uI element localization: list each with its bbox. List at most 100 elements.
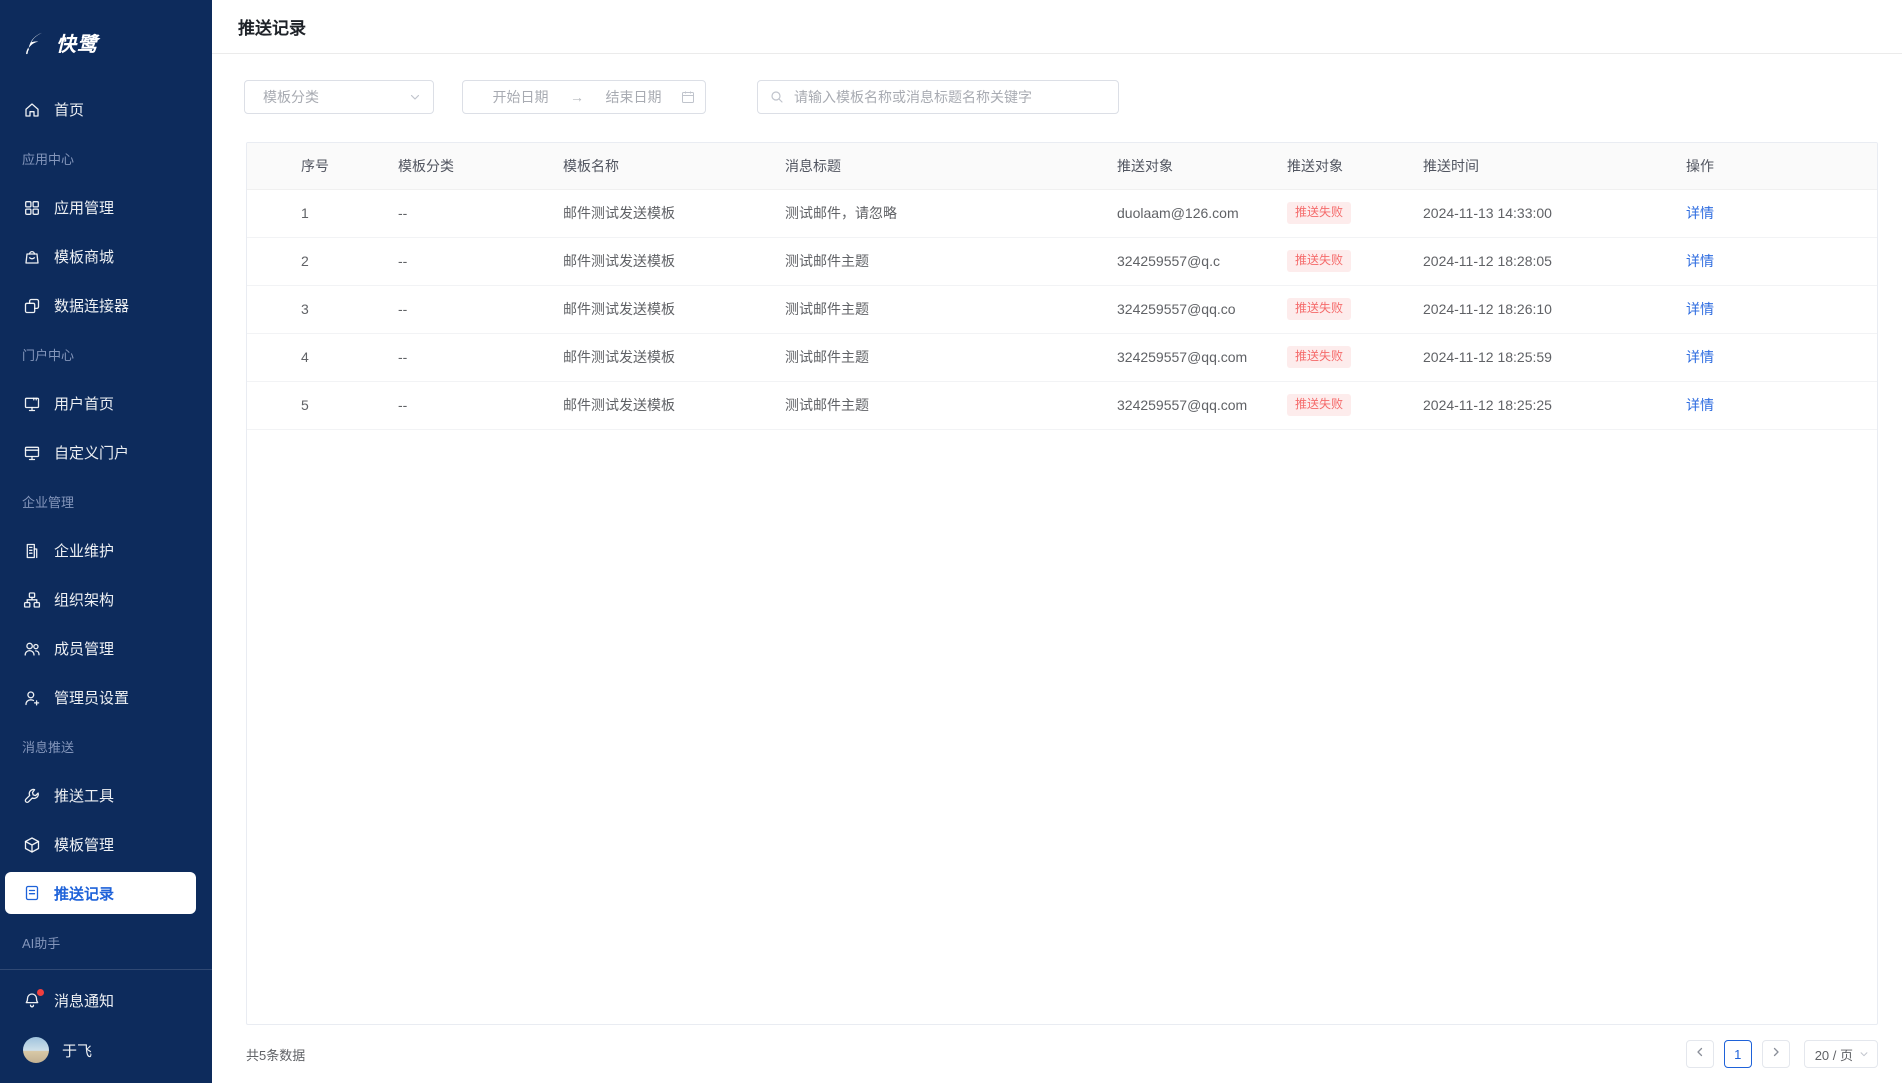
message-title-cell: 测试邮件主题: [785, 381, 1117, 430]
main-content: 推送记录 模板分类 开始日期 → 结束日期 请输入模板名称或消息标题名称关键字 …: [212, 0, 1902, 1083]
page-size-label: 20 / 页: [1814, 1047, 1853, 1063]
table-row: 2 -- 邮件测试发送模板 测试邮件主题 324259557@q.c 推送失败 2024-1…: [247, 237, 1877, 286]
push-target-cell: 324259557@q.c: [1117, 237, 1287, 286]
category-cell: --: [398, 333, 563, 382]
sidebar-item[interactable]: 管理员设置: [0, 673, 212, 722]
action-cell: 详情: [1686, 333, 1877, 382]
sidebar-item[interactable]: 应用管理: [0, 183, 212, 232]
index-cell: 5: [247, 381, 398, 430]
status-badge: 推送失败: [1287, 394, 1352, 416]
table-header-row: 序号 模板分类 模板名称 消息标题 推送对象 推送对象 推送时间 操作: [247, 143, 1877, 190]
push-time-cell: 2024-11-13 14:33:00: [1423, 189, 1686, 238]
column-header: 推送时间: [1423, 143, 1686, 190]
action-cell: 详情: [1686, 189, 1877, 238]
sidebar-item[interactable]: 模板商城: [0, 232, 212, 281]
sidebar-item[interactable]: 成员管理: [0, 624, 212, 673]
column-header: 模板名称: [563, 143, 785, 190]
org-icon: [23, 591, 41, 609]
page-number-button[interactable]: 1: [1723, 1040, 1752, 1068]
category-cell: --: [398, 189, 563, 238]
keyword-search-input[interactable]: [792, 88, 1106, 106]
filter-bar: 模板分类 开始日期 → 结束日期: [212, 80, 1902, 114]
members-icon: [23, 640, 41, 658]
sidebar-item[interactable]: 组织架构: [0, 575, 212, 624]
sidebar-nav: 首页 应用中心 应用管理 模板商城 数据连接器 门户中心 用户首页 自定义门户 企业管理 企业维护…: [0, 85, 212, 969]
page-title: 推送记录: [238, 19, 306, 38]
sidebar-item[interactable]: 企业维护: [0, 526, 212, 575]
sidebar-item-label: 企业维护: [54, 543, 115, 560]
action-cell: 详情: [1686, 285, 1877, 334]
sidebar-section-label: 门户中心: [22, 348, 75, 363]
sidebar-item[interactable]: 用户首页: [0, 379, 212, 428]
app-root: 快鹭 首页 应用中心 应用管理 模板商城 数据连接器 门户中心 用户首页 自定义门户 企业管理企…: [0, 0, 1902, 1083]
index-cell: 1: [247, 189, 398, 238]
next-page-button[interactable]: [1761, 1040, 1790, 1068]
detail-link[interactable]: 详情: [1686, 205, 1714, 221]
chevron-right-icon: [1770, 1045, 1782, 1063]
push-target-cell: 324259557@qq.co: [1117, 285, 1287, 334]
portal-icon: [23, 444, 41, 462]
push-target-cell: 324259557@qq.com: [1117, 381, 1287, 430]
message-title-cell: 测试邮件主题: [785, 285, 1117, 334]
sidebar-item-label: 消息通知: [54, 992, 115, 1010]
status-badge: 推送失败: [1287, 202, 1352, 224]
avatar: [23, 1037, 49, 1063]
arrow-right-icon: →: [570, 89, 584, 105]
table-footer: 共5条数据 1 20 / 页: [212, 1025, 1902, 1083]
logo: 快鹭: [0, 0, 212, 85]
monitor-icon: [23, 395, 41, 413]
column-header: 模板分类: [398, 143, 563, 190]
sidebar-item[interactable]: 自定义门户: [0, 428, 212, 477]
page-size-select[interactable]: 20 / 页: [1803, 1040, 1878, 1068]
column-header: 序号: [247, 143, 398, 190]
sidebar-item[interactable]: 首页: [0, 85, 212, 134]
sidebar-item-label: 自定义门户: [54, 445, 130, 462]
building-icon: [23, 542, 41, 560]
template-category-select[interactable]: 模板分类: [244, 80, 434, 114]
detail-link[interactable]: 详情: [1686, 301, 1714, 317]
category-cell: --: [398, 237, 563, 286]
wrench-icon: [23, 787, 41, 805]
template-name-cell: 邮件测试发送模板: [563, 285, 785, 334]
sidebar-item-label: 模板商城: [54, 249, 115, 266]
column-header: 操作: [1686, 143, 1877, 190]
prev-page-button[interactable]: [1685, 1040, 1714, 1068]
push-status-cell: 推送失败: [1287, 333, 1423, 382]
template-name-cell: 邮件测试发送模板: [563, 333, 785, 382]
sidebar-item-label: 首页: [54, 102, 85, 119]
detail-link[interactable]: 详情: [1686, 349, 1714, 365]
sidebar-item[interactable]: 数据连接器: [0, 281, 212, 330]
index-cell: 3: [247, 285, 398, 334]
sidebar-item[interactable]: 模板管理: [0, 820, 212, 869]
notifications-item[interactable]: 消息通知: [0, 975, 212, 1025]
sidebar-item-label: 成员管理: [54, 641, 115, 658]
status-badge: 推送失败: [1287, 298, 1352, 320]
detail-link[interactable]: 详情: [1686, 253, 1714, 269]
sidebar-item-label: 于飞: [62, 1042, 93, 1060]
bell-icon: [23, 989, 44, 1009]
chevron-down-icon: [1859, 1049, 1869, 1059]
table-row: 1 -- 邮件测试发送模板 测试邮件，请忽略 duolaam@126.com 推送失败 20…: [247, 189, 1877, 238]
date-range-picker[interactable]: 开始日期 → 结束日期: [462, 80, 706, 114]
sidebar-item-label: 组织架构: [54, 592, 115, 609]
sidebar-item[interactable]: 推送工具: [0, 771, 212, 820]
push-target-cell: 324259557@qq.com: [1117, 333, 1287, 382]
detail-link[interactable]: 详情: [1686, 397, 1714, 413]
table-row: 5 -- 邮件测试发送模板 测试邮件主题 324259557@qq.com 推送失败 202…: [247, 381, 1877, 430]
sidebar-item[interactable]: 推送记录: [5, 872, 196, 914]
record-icon: [23, 884, 41, 902]
user-profile-item[interactable]: 于飞: [0, 1025, 212, 1075]
notification-dot: [37, 989, 44, 996]
records-table-card: 序号 模板分类 模板名称 消息标题 推送对象 推送对象 推送时间 操作 1 -- 邮件测试发送模板…: [246, 142, 1878, 1025]
brand-name: 快鹭: [56, 34, 98, 56]
sidebar-item-label: 数据连接器: [54, 298, 130, 315]
cube-icon: [23, 836, 41, 854]
column-header: 推送对象: [1117, 143, 1287, 190]
push-status-cell: 推送失败: [1287, 189, 1423, 238]
records-table: 序号 模板分类 模板名称 消息标题 推送对象 推送对象 推送时间 操作 1 -- 邮件测试发送模板…: [247, 143, 1877, 430]
sidebar-item-label: 应用管理: [54, 200, 115, 217]
keyword-search-box: [757, 80, 1119, 114]
template-name-cell: 邮件测试发送模板: [563, 189, 785, 238]
brand-bird-icon: [20, 30, 46, 56]
sidebar-item-label: 用户首页: [54, 396, 115, 413]
